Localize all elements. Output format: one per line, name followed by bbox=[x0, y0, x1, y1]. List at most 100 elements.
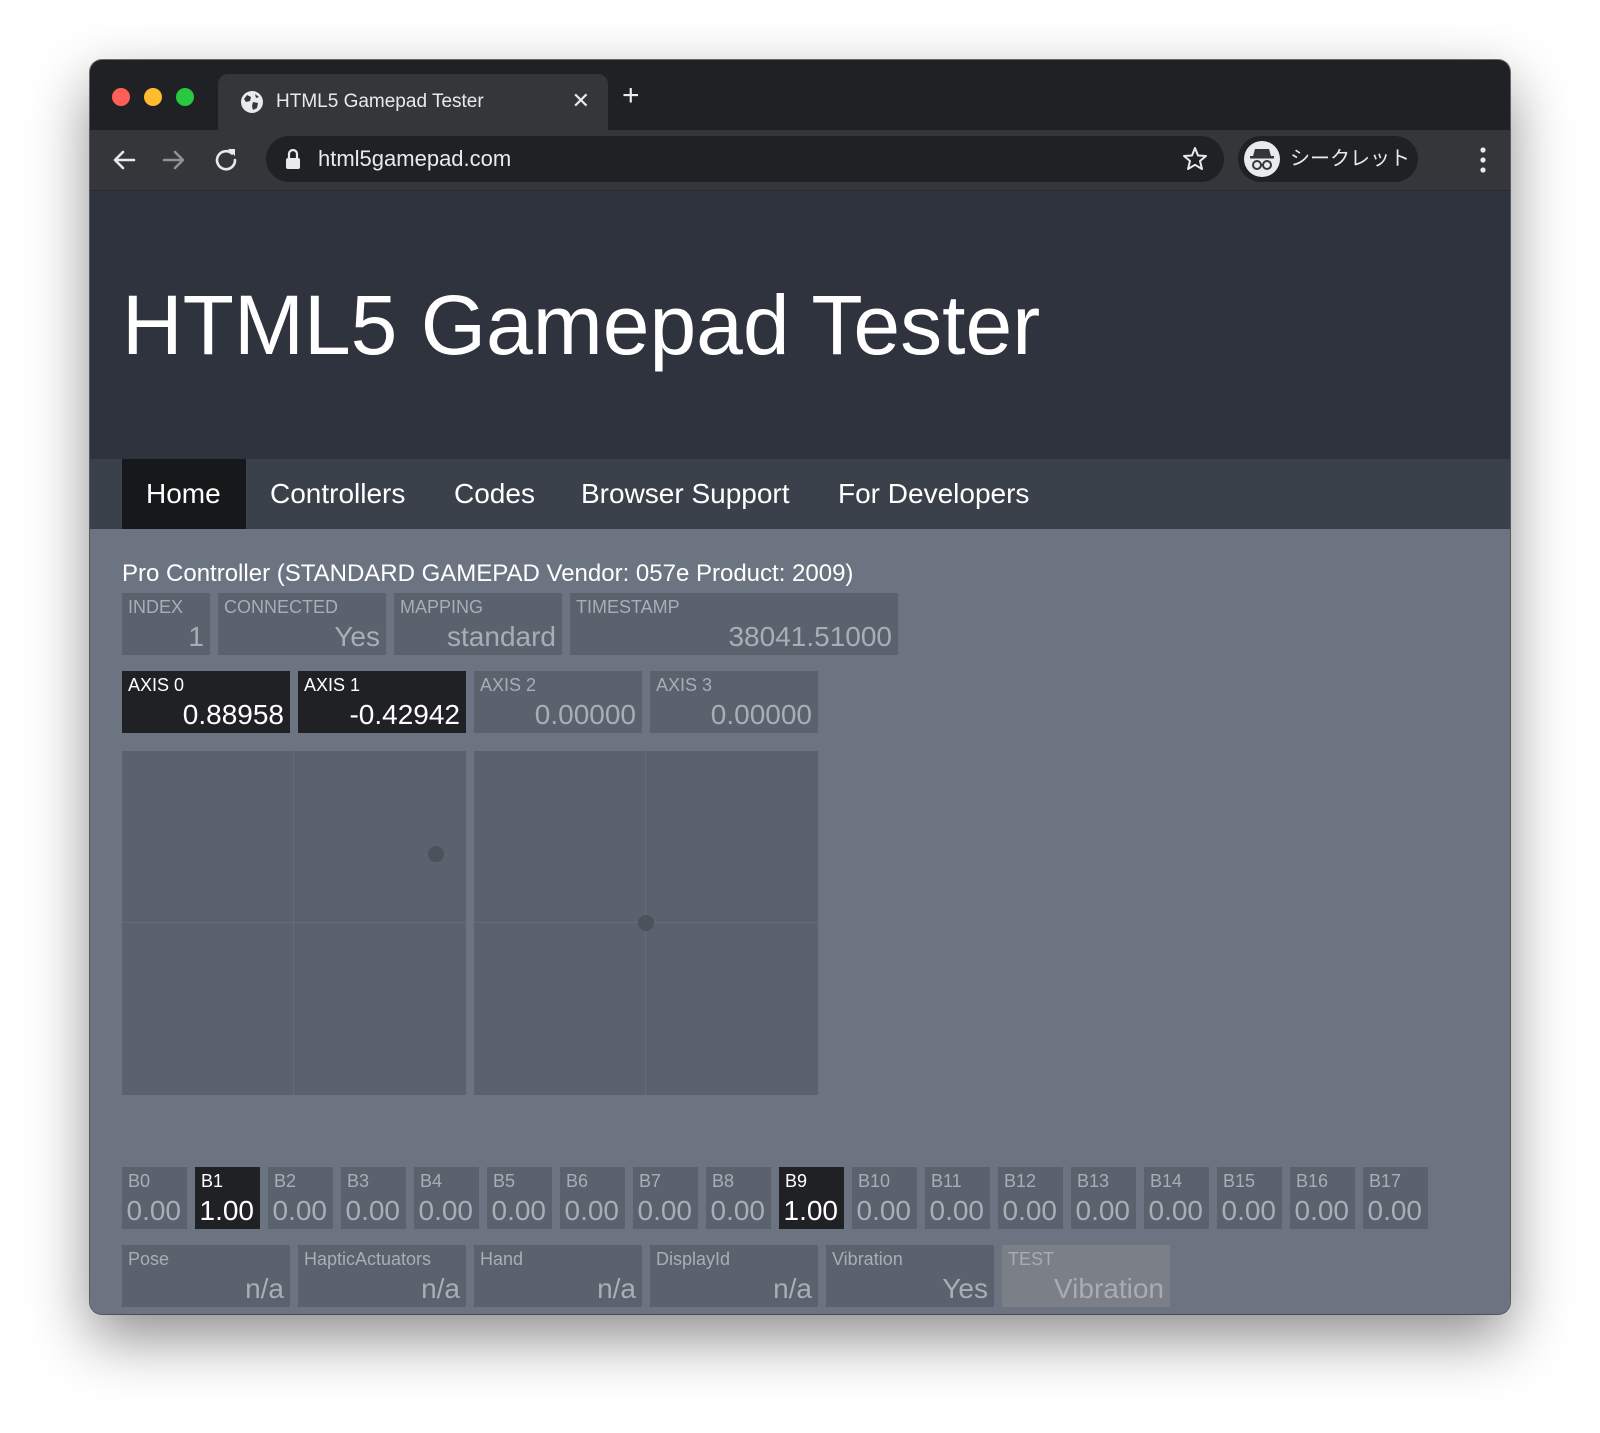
forward-arrow-icon[interactable] bbox=[158, 144, 190, 176]
address-bar[interactable]: html5gamepad.com bbox=[266, 136, 1224, 182]
axis-value: 0.00000 bbox=[534, 699, 636, 730]
page-title: HTML5 Gamepad Tester bbox=[122, 278, 1041, 372]
button-value: 0.00 bbox=[345, 1195, 401, 1226]
button-3: B3 0.00 bbox=[341, 1167, 406, 1229]
button-value: 0.00 bbox=[1367, 1195, 1423, 1226]
button-label: B1 bbox=[201, 1171, 224, 1191]
button-label: B16 bbox=[1296, 1171, 1329, 1191]
axis-value: -0.42942 bbox=[349, 699, 460, 730]
close-window-button[interactable] bbox=[112, 88, 130, 106]
url-text[interactable]: html5gamepad.com bbox=[318, 146, 511, 172]
button-value: 0.00 bbox=[1221, 1195, 1277, 1226]
tab-title: HTML5 Gamepad Tester bbox=[276, 91, 484, 112]
extra-label: Vibration bbox=[832, 1249, 903, 1269]
info-label: TIMESTAMP bbox=[576, 597, 680, 617]
incognito-badge[interactable]: シークレット bbox=[1238, 136, 1418, 182]
axis-label: AXIS 0 bbox=[128, 675, 185, 695]
button-value: 0.00 bbox=[126, 1195, 182, 1226]
page-content: HTML5 Gamepad Tester Home Controllers Co… bbox=[90, 191, 1510, 1314]
axis-value: 0.00000 bbox=[710, 699, 812, 730]
button-label: B3 bbox=[347, 1171, 370, 1191]
browser-toolbar: html5gamepad.com シークレット bbox=[90, 130, 1510, 191]
axis-3: AXIS 3 0.00000 bbox=[650, 671, 818, 733]
info-value: standard bbox=[447, 621, 556, 652]
info-label: CONNECTED bbox=[224, 597, 339, 617]
button-value: 0.00 bbox=[1148, 1195, 1204, 1226]
button-value: 1.00 bbox=[783, 1195, 839, 1226]
axis-label: AXIS 3 bbox=[656, 675, 713, 695]
gamepad-name: Pro Controller (STANDARD GAMEPAD Vendor:… bbox=[122, 560, 854, 587]
button-value: 0.00 bbox=[491, 1195, 547, 1226]
close-icon[interactable]: ✕ bbox=[572, 88, 590, 114]
extra-haptic-actuators: HapticActuators n/a bbox=[298, 1245, 466, 1307]
button-17: B17 0.00 bbox=[1363, 1167, 1428, 1229]
test-value: Vibration bbox=[1053, 1273, 1164, 1304]
button-15: B15 0.00 bbox=[1217, 1167, 1282, 1229]
button-0: B0 0.00 bbox=[122, 1167, 187, 1229]
extra-value: n/a bbox=[773, 1273, 812, 1304]
incognito-label: シークレット bbox=[1290, 148, 1410, 170]
kebab-menu-icon[interactable] bbox=[1480, 146, 1486, 174]
button-label: B5 bbox=[493, 1171, 516, 1191]
info-label: INDEX bbox=[128, 597, 184, 617]
star-icon[interactable] bbox=[1180, 144, 1210, 174]
title-bar: HTML5 Gamepad Tester ✕ + bbox=[90, 60, 1510, 130]
nav-browser-support[interactable]: Browser Support bbox=[557, 459, 814, 529]
nav-codes[interactable]: Codes bbox=[430, 459, 559, 529]
nav-home[interactable]: Home bbox=[122, 459, 246, 529]
minimize-window-button[interactable] bbox=[144, 88, 162, 106]
maximize-window-button[interactable] bbox=[176, 88, 194, 106]
button-value: 0.00 bbox=[1075, 1195, 1131, 1226]
reload-icon[interactable] bbox=[210, 144, 242, 176]
info-label: MAPPING bbox=[400, 597, 484, 617]
extra-label: DisplayId bbox=[656, 1249, 731, 1269]
info-value: 1 bbox=[188, 621, 204, 652]
right-stick-visualizer bbox=[474, 751, 818, 1095]
button-6: B6 0.00 bbox=[560, 1167, 625, 1229]
plus-icon[interactable]: + bbox=[622, 80, 640, 112]
button-16: B16 0.00 bbox=[1290, 1167, 1355, 1229]
lock-icon bbox=[286, 148, 300, 169]
button-14: B14 0.00 bbox=[1144, 1167, 1209, 1229]
extra-value: n/a bbox=[245, 1273, 284, 1304]
extra-hand: Hand n/a bbox=[474, 1245, 642, 1307]
axis-0: AXIS 0 0.88958 bbox=[122, 671, 290, 733]
button-value: 0.00 bbox=[929, 1195, 985, 1226]
button-label: B6 bbox=[566, 1171, 589, 1191]
button-7: B7 0.00 bbox=[633, 1167, 698, 1229]
button-label: B17 bbox=[1369, 1171, 1402, 1191]
button-label: B10 bbox=[858, 1171, 891, 1191]
hero-banner: HTML5 Gamepad Tester bbox=[90, 191, 1510, 459]
info-mapping: MAPPING standard bbox=[394, 593, 562, 655]
button-8: B8 0.00 bbox=[706, 1167, 771, 1229]
button-10: B10 0.00 bbox=[852, 1167, 917, 1229]
button-value: 1.00 bbox=[199, 1195, 255, 1226]
test-label: TEST bbox=[1008, 1249, 1055, 1269]
button-label: B0 bbox=[128, 1171, 151, 1191]
button-value: 0.00 bbox=[637, 1195, 693, 1226]
browser-tab[interactable]: HTML5 Gamepad Tester ✕ bbox=[218, 74, 608, 130]
info-value: 38041.51000 bbox=[728, 621, 892, 652]
extra-value: n/a bbox=[597, 1273, 636, 1304]
info-value: Yes bbox=[334, 621, 380, 652]
nav-controllers[interactable]: Controllers bbox=[246, 459, 429, 529]
button-label: B12 bbox=[1004, 1171, 1037, 1191]
button-value: 0.00 bbox=[418, 1195, 474, 1226]
button-label: B2 bbox=[274, 1171, 297, 1191]
button-label: B8 bbox=[712, 1171, 735, 1191]
axis-value: 0.88958 bbox=[182, 699, 284, 730]
button-12: B12 0.00 bbox=[998, 1167, 1063, 1229]
axis-label: AXIS 1 bbox=[304, 675, 361, 695]
button-value: 0.00 bbox=[1294, 1195, 1350, 1226]
back-arrow-icon[interactable] bbox=[108, 144, 140, 176]
info-connected: CONNECTED Yes bbox=[218, 593, 386, 655]
nav-for-developers[interactable]: For Developers bbox=[814, 459, 1053, 529]
button-1: B1 1.00 bbox=[195, 1167, 260, 1229]
button-value: 0.00 bbox=[564, 1195, 620, 1226]
globe-icon bbox=[241, 91, 263, 113]
extra-value: n/a bbox=[421, 1273, 460, 1304]
stick-crosshair-v bbox=[293, 751, 294, 1095]
test-vibration-button[interactable]: TEST Vibration bbox=[1002, 1245, 1170, 1307]
button-label: B4 bbox=[420, 1171, 443, 1191]
stick-crosshair-h bbox=[122, 922, 466, 923]
